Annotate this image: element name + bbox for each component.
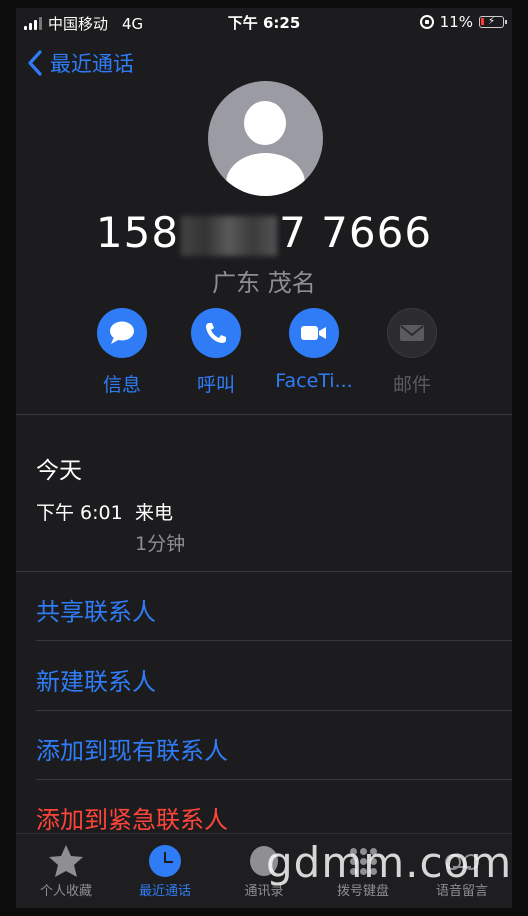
battery-icon: ⚡ (479, 16, 507, 28)
message-label: 信息 (102, 374, 141, 396)
phone-icon (206, 323, 226, 343)
share-contact-button[interactable]: 共享联系人 (36, 592, 156, 627)
call-time: 下午 6:01 (36, 502, 123, 524)
caller-location: 广东 茂名 (212, 269, 316, 297)
star-icon (49, 845, 83, 877)
call-date-header: 今天 (36, 458, 82, 484)
back-button[interactable]: 最近通话 (26, 48, 134, 78)
add-to-existing-contact-button[interactable]: 添加到现有联系人 (36, 731, 228, 766)
phone-number-suffix: 7 7666 (279, 208, 433, 257)
new-contact-button[interactable]: 新建联系人 (36, 662, 156, 697)
status-bar: 中国移动 4G 下午 6:25 11% ⚡ (16, 8, 512, 36)
phone-number: 158 7 7666 (16, 208, 512, 257)
tab-recents[interactable]: 最近通话 (115, 842, 215, 899)
call-button[interactable]: 呼叫 (168, 308, 264, 397)
divider (36, 640, 512, 641)
redacted-digits (181, 215, 278, 256)
call-label: 呼叫 (196, 374, 235, 396)
message-button[interactable]: 信息 (74, 308, 170, 397)
mail-button[interactable]: 邮件 (364, 308, 460, 397)
message-icon (110, 321, 134, 344)
watermark: gdmm.com (266, 838, 512, 887)
call-type: 来电 (135, 502, 174, 524)
battery-percent: 11% (439, 13, 473, 31)
add-emergency-contact-button[interactable]: 添加到紧急联系人 (36, 800, 228, 835)
video-icon (301, 326, 326, 340)
divider (36, 710, 512, 711)
contact-actions: 信息 呼叫 FaceTi... 邮件 (76, 308, 476, 403)
tab-favorites-label: 个人收藏 (39, 884, 92, 899)
clock-icon (149, 845, 181, 877)
facetime-button[interactable]: FaceTi... (266, 308, 362, 392)
tab-favorites[interactable]: 个人收藏 (16, 842, 116, 899)
phone-number-prefix: 158 (95, 208, 180, 257)
divider (16, 571, 512, 572)
orientation-lock-icon (419, 15, 434, 29)
avatar (208, 81, 323, 196)
divider (36, 779, 512, 780)
mail-icon (400, 325, 424, 341)
call-duration: 1分钟 (135, 533, 186, 555)
divider (16, 414, 512, 415)
mail-label: 邮件 (392, 374, 431, 396)
chevron-left-icon (28, 50, 42, 76)
facetime-label: FaceTi... (275, 370, 353, 392)
tab-recents-label: 最近通话 (138, 884, 191, 899)
back-label: 最近通话 (50, 52, 134, 76)
phone-screen: 中国移动 4G 下午 6:25 11% ⚡ 最近通话 158 7 7666 广东 … (16, 8, 512, 908)
